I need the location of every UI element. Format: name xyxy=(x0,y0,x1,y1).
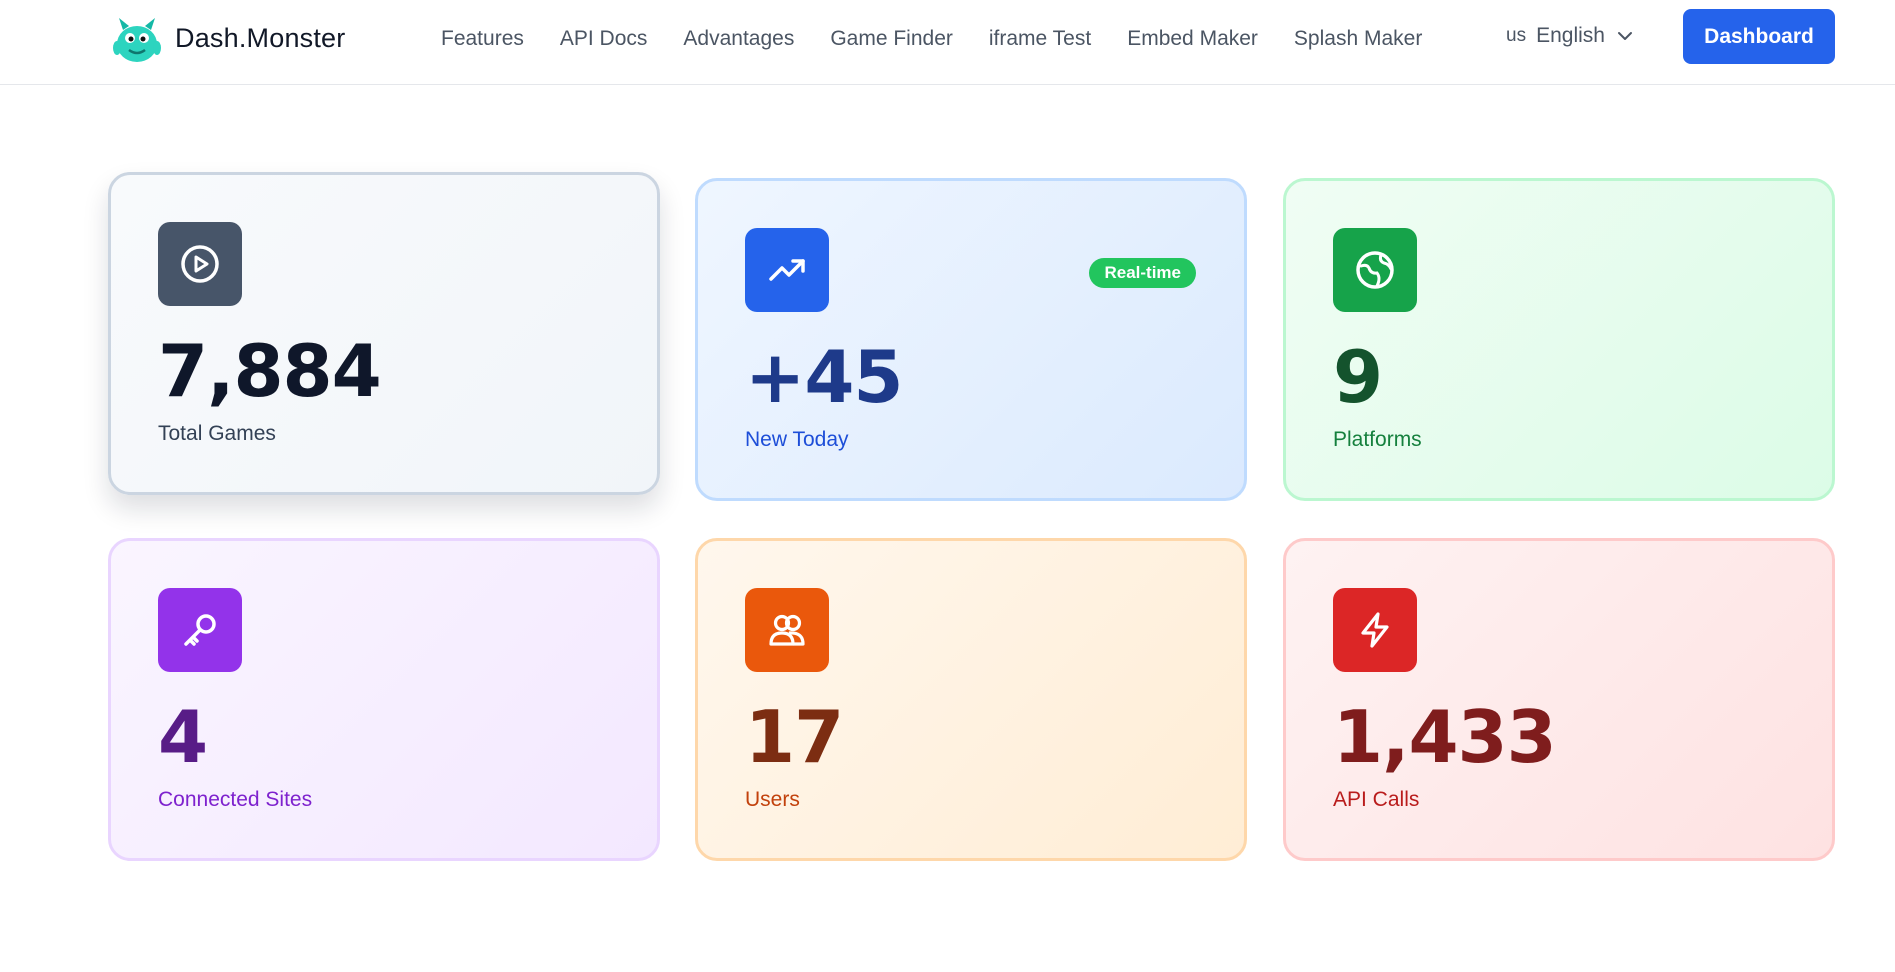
users-icon xyxy=(745,588,829,672)
stat-label: Platforms xyxy=(1333,428,1422,451)
nav-link-game-finder[interactable]: Game Finder xyxy=(830,27,953,51)
lightning-icon xyxy=(1333,588,1417,672)
stat-value: 9 xyxy=(1333,335,1383,419)
stat-card-new-today[interactable]: Real-time +45 New Today xyxy=(695,178,1247,501)
nav-link-features[interactable]: Features xyxy=(441,27,524,51)
nav-link-embed-maker[interactable]: Embed Maker xyxy=(1127,27,1258,51)
monster-logo-icon xyxy=(113,18,161,62)
chevron-down-icon xyxy=(1617,32,1632,40)
nav-link-iframe-test[interactable]: iframe Test xyxy=(989,27,1091,51)
stat-value: 4 xyxy=(158,695,208,779)
stat-value: 1,433 xyxy=(1333,695,1557,779)
stat-label: New Today xyxy=(745,428,849,451)
play-circle-icon xyxy=(158,222,242,306)
nav-link-api-docs[interactable]: API Docs xyxy=(560,27,648,51)
dashboard-button[interactable]: Dashboard xyxy=(1683,9,1835,64)
stat-value: 7,884 xyxy=(158,329,382,413)
language-selector[interactable]: us English xyxy=(1506,24,1635,48)
brand-name: Dash.Monster xyxy=(175,22,346,53)
stat-card-users[interactable]: 17 Users xyxy=(695,538,1247,861)
stat-label: API Calls xyxy=(1333,788,1420,811)
stat-label: Total Games xyxy=(158,422,276,445)
nav-link-advantages[interactable]: Advantages xyxy=(683,27,794,51)
brand[interactable]: Dash.Monster xyxy=(109,10,345,66)
stat-card-connected-sites[interactable]: 4 Connected Sites xyxy=(108,538,660,861)
globe-icon xyxy=(1333,228,1417,312)
language-code: us xyxy=(1506,25,1527,46)
key-icon xyxy=(158,588,242,672)
language-label: English xyxy=(1536,24,1605,47)
nav-links: Features API Docs Advantages Game Finder… xyxy=(441,0,1458,78)
realtime-badge: Real-time xyxy=(1089,258,1196,288)
stat-value: 17 xyxy=(745,695,844,779)
stat-label: Connected Sites xyxy=(158,788,313,811)
stat-card-api-calls[interactable]: 1,433 API Calls xyxy=(1283,538,1835,861)
stat-card-total-games[interactable]: 7,884 Total Games xyxy=(108,172,660,495)
stat-value: +45 xyxy=(745,335,904,419)
top-navbar: Dash.Monster Features API Docs Advantage… xyxy=(0,0,1895,85)
trending-up-icon xyxy=(745,228,829,312)
nav-link-splash-maker[interactable]: Splash Maker xyxy=(1294,27,1422,51)
stat-card-platforms[interactable]: 9 Platforms xyxy=(1283,178,1835,501)
stat-label: Users xyxy=(745,788,800,811)
